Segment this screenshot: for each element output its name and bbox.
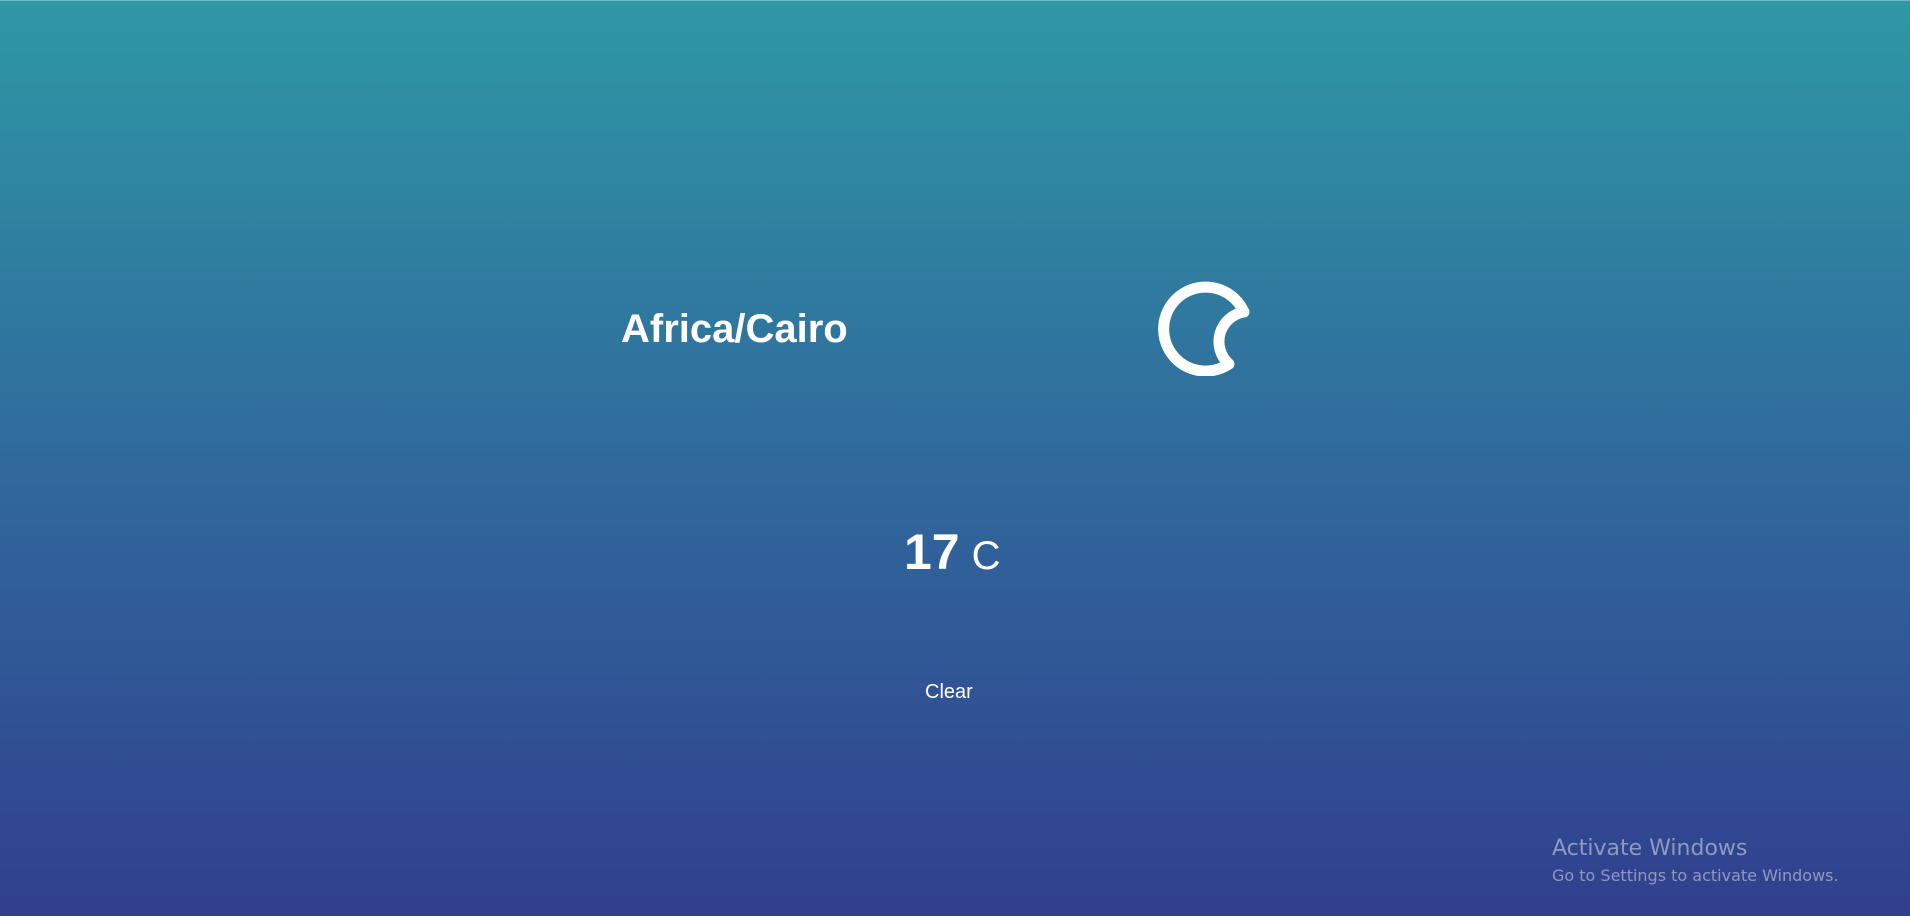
clear-button[interactable]: Clear — [925, 680, 973, 704]
watermark-title: Activate Windows — [1552, 836, 1748, 861]
temperature-display: 17 C — [904, 522, 1001, 595]
activate-windows-watermark: Activate Windows Go to Settings to activ… — [1552, 834, 1839, 888]
timezone-label: Africa/Cairo — [621, 307, 848, 351]
top-border — [0, 0, 1910, 1]
watermark-subtitle: Go to Settings to activate Windows. — [1552, 866, 1839, 885]
temperature-value: 17 — [904, 524, 960, 580]
moon-icon — [1157, 280, 1253, 377]
temperature-unit: C — [971, 534, 1001, 578]
